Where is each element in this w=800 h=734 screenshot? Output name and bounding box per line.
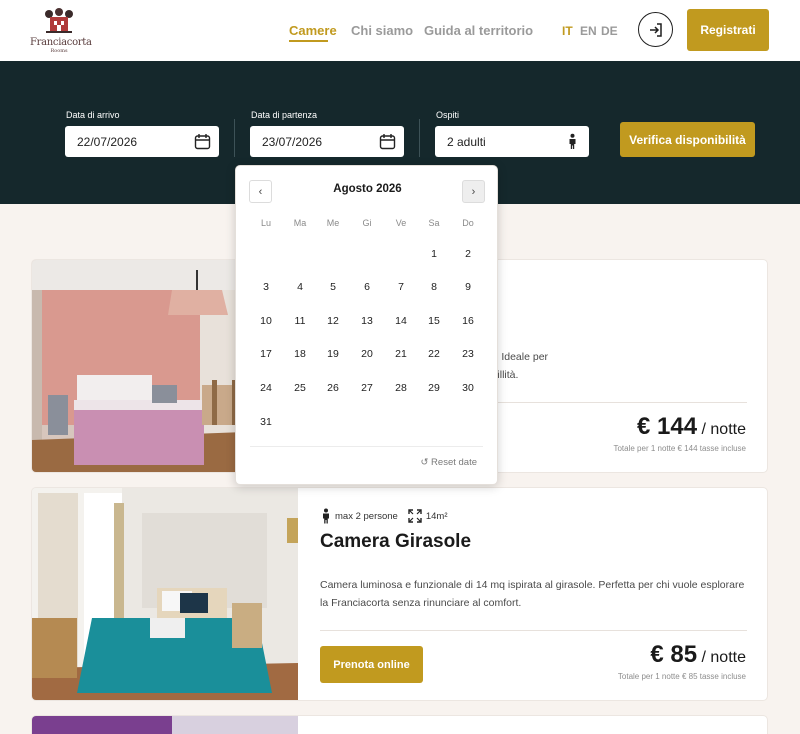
room-title: Camera Girasole [320,531,472,552]
lang-it[interactable]: IT [562,24,573,38]
guests-value: 2 adulti [447,134,486,149]
calendar-day[interactable]: 4 [283,277,317,297]
room-photo-teal-bedroom [32,488,298,700]
calendar-day[interactable]: 7 [384,277,418,297]
room-description: Camera luminosa e funzionale di 14 mq is… [320,579,745,609]
expand-size-icon [408,509,422,523]
departure-label: Data di partenza [251,110,318,120]
room-card-body: max 2 persone 14m² Camera Girasole Camer… [298,488,767,700]
chevron-right-icon: › [471,185,476,198]
calendar-day[interactable]: 25 [283,378,317,398]
arrival-date-field[interactable]: 22/07/2026 [65,126,219,157]
calendar-day[interactable]: 22 [417,344,451,364]
room-card [31,715,768,734]
person-icon [323,508,329,524]
guests-field[interactable]: 2 adulti [435,126,589,157]
calendar-day[interactable]: 21 [384,344,418,364]
calendar-day[interactable]: 24 [249,378,283,398]
calendar-day[interactable]: 14 [384,311,418,331]
calendar-weekday: Gi [362,218,372,228]
room-price: € 85 / notte [650,641,746,669]
nav-guida[interactable]: Guida al territorio [424,23,533,38]
register-button[interactable]: Registrati [687,9,769,51]
field-divider [419,119,420,157]
login-button[interactable] [638,12,673,47]
calendar-weekday: Sa [428,218,440,228]
calendar-day[interactable]: 6 [350,277,384,297]
calendar-day[interactable]: 10 [249,311,283,331]
calendar-day[interactable]: 2 [451,244,485,264]
calendar-day[interactable]: 12 [316,311,350,331]
calendar-day[interactable]: 15 [417,311,451,331]
room-photo[interactable] [32,488,298,700]
calendar-day[interactable]: 1 [417,244,451,264]
room-divider [320,630,747,631]
calendar-weekday: Do [462,218,474,228]
guests-label: Ospiti [436,110,460,120]
room-price-amount: € 85 [650,641,698,668]
check-availability-button[interactable]: Verifica disponibilità [620,122,755,157]
calendar-next-button[interactable]: › [462,180,485,203]
lang-de[interactable]: DE [601,24,618,38]
field-divider [234,119,235,157]
date-picker-popup: ‹ Agosto 2026 › Lu Ma Me Gi Ve Sa Do 123456789… [235,165,498,485]
room-photo-purple-bedroom [32,716,298,734]
room-capacity: max 2 persone [335,510,398,522]
book-online-button[interactable]: Prenota online [320,646,423,683]
calendar-icon [379,134,396,150]
calendar-day[interactable]: 5 [316,277,350,297]
calendar-day[interactable]: 13 [350,311,384,331]
reset-dates-button[interactable]: ↺ Reset date [420,457,477,468]
calendar-day[interactable]: 29 [417,378,451,398]
room-price-amount: € 144 [637,413,698,440]
calendar-day[interactable]: 23 [451,344,485,364]
calendar-day[interactable]: 28 [384,378,418,398]
calendar-day[interactable]: 16 [451,311,485,331]
calendar-day[interactable]: 8 [417,277,451,297]
calendar-icon [194,134,211,150]
room-size: 14m² [425,510,448,522]
nav-chi-siamo[interactable]: Chi siamo [351,23,413,38]
departure-date-field[interactable]: 23/07/2026 [250,126,404,157]
nav-active-underline [289,40,328,42]
calendar-day[interactable]: 27 [350,378,384,398]
arrival-label: Data di arrivo [66,110,120,120]
calendar-day[interactable]: 11 [283,311,317,331]
nav-camere[interactable]: Camere [289,23,337,38]
calendar-day[interactable]: 19 [316,344,350,364]
room-photo[interactable] [32,716,298,734]
arrival-date-value: 22/07/2026 [77,134,138,149]
room-price-note: Totale per 1 notte € 85 tasse incluse [617,672,746,681]
site-header: Franciacorta Rooms Camere Chi siamo Guid… [0,0,800,61]
room-price-note: Totale per 1 notte € 144 tasse incluse [613,444,746,453]
calendar-weekday: Me [326,218,340,228]
calendar-day[interactable]: 3 [249,277,283,297]
calendar-weekday: Ma [293,218,307,228]
room-price-unit: / notte [701,649,746,666]
login-icon [649,22,662,37]
logo-building-icon [45,8,73,33]
person-icon [569,133,576,149]
room-card: max 2 persone 14m² Camera Girasole Camer… [31,487,768,701]
room-meta: max 2 persone 14m² [320,508,458,524]
room-price: € 144 / notte [637,413,746,441]
calendar-day[interactable]: 18 [283,344,317,364]
calendar-day[interactable]: 31 [249,412,283,432]
brand-logo[interactable]: Franciacorta Rooms [30,8,92,54]
calendar-day[interactable]: 17 [249,344,283,364]
brand-name: Franciacorta [30,37,92,48]
brand-tagline: Rooms [50,48,68,54]
calendar-month-title: Agosto 2026 [333,183,402,195]
calendar-day[interactable]: 20 [350,344,384,364]
calendar-day[interactable]: 30 [451,378,485,398]
calendar-day[interactable]: 26 [316,378,350,398]
calendar-day[interactable]: 9 [451,277,485,297]
lang-en[interactable]: EN [580,24,597,38]
departure-date-value: 23/07/2026 [262,134,323,149]
calendar-weekday: Ve [395,218,407,228]
room-price-unit: / notte [701,421,746,438]
calendar-weekday: Lu [260,218,271,228]
calendar-divider [250,446,483,447]
